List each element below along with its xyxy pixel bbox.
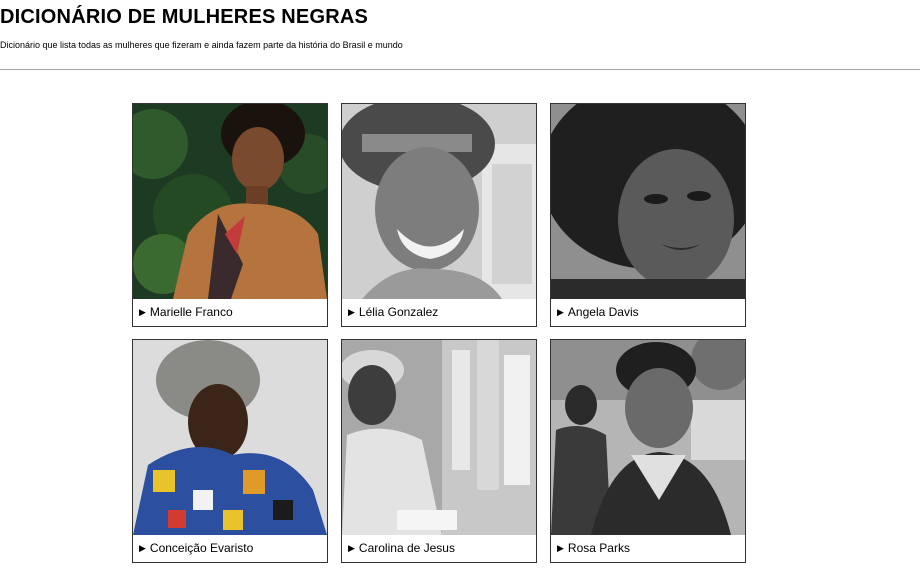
card-name: Rosa Parks	[567, 541, 630, 555]
play-triangle-icon: ▶	[139, 543, 146, 553]
card-conceicao-evaristo[interactable]: ▶ Conceição Evaristo	[132, 339, 328, 563]
card-name: Marielle Franco	[149, 305, 233, 319]
card-carolina-de-jesus[interactable]: ▶ Carolina de Jesus	[341, 339, 537, 563]
card-marielle-franco[interactable]: ▶ Marielle Franco	[132, 103, 328, 327]
page-title: DICIONÁRIO DE MULHERES NEGRAS	[0, 6, 369, 28]
portrait-photo[interactable]	[551, 340, 745, 535]
play-triangle-icon: ▶	[348, 307, 355, 317]
card-name: Conceição Evaristo	[149, 541, 254, 555]
card-caption[interactable]: ▶ Lélia Gonzalez	[342, 299, 536, 326]
play-triangle-icon: ▶	[139, 307, 146, 317]
card-caption[interactable]: ▶ Angela Davis	[551, 299, 745, 326]
page-subtitle: Dicionário que lista todas as mulheres q…	[0, 40, 403, 50]
women-grid: ▶ Marielle Franco ▶ Lélia Gonzalez ▶ Ang…	[132, 103, 748, 564]
card-rosa-parks[interactable]: ▶ Rosa Parks	[550, 339, 746, 563]
card-caption[interactable]: ▶ Marielle Franco	[133, 299, 327, 326]
card-caption[interactable]: ▶ Carolina de Jesus	[342, 535, 536, 562]
card-angela-davis[interactable]: ▶ Angela Davis	[550, 103, 746, 327]
page-header: DICIONÁRIO DE MULHERES NEGRAS Dicionário…	[0, 0, 922, 72]
portrait-photo[interactable]	[342, 340, 536, 535]
card-name: Carolina de Jesus	[358, 541, 455, 555]
header-divider	[0, 69, 920, 70]
play-triangle-icon: ▶	[557, 307, 564, 317]
card-lelia-gonzalez[interactable]: ▶ Lélia Gonzalez	[341, 103, 537, 327]
play-triangle-icon: ▶	[348, 543, 355, 553]
card-caption[interactable]: ▶ Conceição Evaristo	[133, 535, 327, 562]
portrait-photo[interactable]	[342, 104, 536, 299]
portrait-photo[interactable]	[133, 340, 327, 535]
portrait-photo[interactable]	[551, 104, 745, 299]
card-caption[interactable]: ▶ Rosa Parks	[551, 535, 745, 562]
portrait-photo[interactable]	[133, 104, 327, 299]
play-triangle-icon: ▶	[557, 543, 564, 553]
card-name: Lélia Gonzalez	[358, 305, 439, 319]
card-name: Angela Davis	[567, 305, 639, 319]
